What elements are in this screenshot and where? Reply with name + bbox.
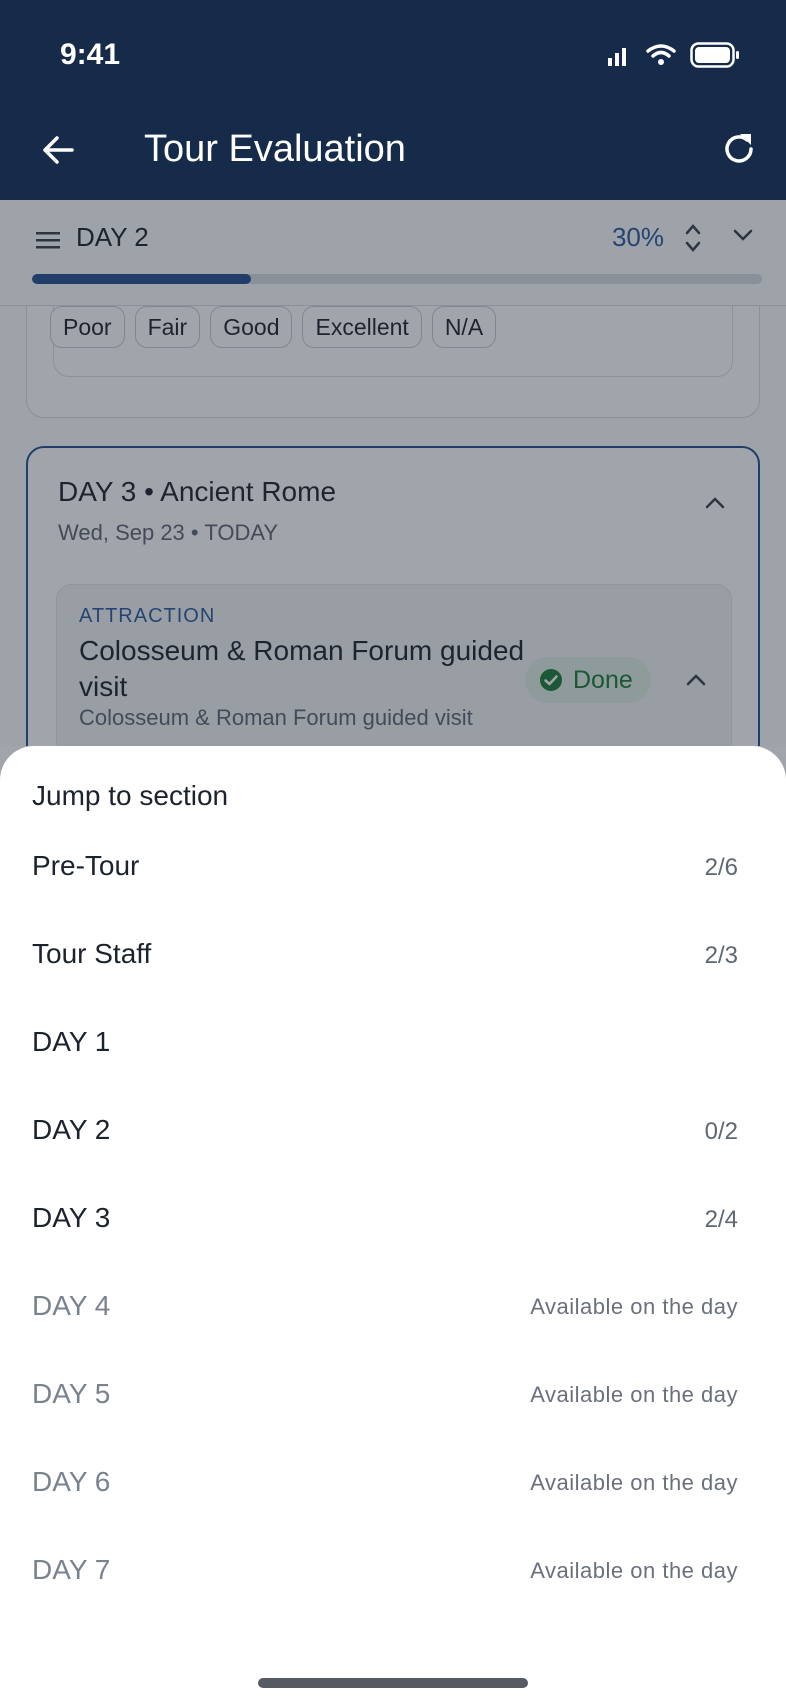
section-item[interactable]: DAY 6 Available on the day (0, 1444, 786, 1524)
section-availability: Available on the day (530, 1382, 738, 1407)
section-name: Pre-Tour (32, 850, 140, 881)
section-progress-count: 2/6 (704, 854, 738, 881)
section-name: DAY 6 (32, 1466, 111, 1497)
section-item[interactable]: DAY 1 (0, 1004, 786, 1084)
section-progress-count: 2/4 (704, 1206, 738, 1233)
status-time: 9:41 (60, 38, 121, 71)
signal-icon (608, 48, 626, 66)
sheet-title: Jump to section (32, 780, 229, 811)
status-bar: 9:41 (0, 0, 786, 110)
battery-icon (690, 42, 739, 68)
section-availability: Available on the day (530, 1294, 738, 1319)
section-item[interactable]: Pre-Tour 2/6 (0, 828, 786, 908)
section-item[interactable]: DAY 7 Available on the day (0, 1532, 786, 1612)
refresh-icon (725, 134, 753, 163)
home-indicator (258, 1678, 528, 1688)
back-button[interactable] (36, 128, 80, 172)
section-availability: Available on the day (530, 1558, 738, 1583)
wifi-icon (646, 44, 676, 65)
section-item[interactable]: Tour Staff 2/3 (0, 916, 786, 996)
section-name: DAY 3 (32, 1202, 111, 1233)
refresh-button[interactable] (716, 126, 762, 172)
app-bar: Tour Evaluation (0, 110, 786, 200)
section-name: DAY 4 (32, 1290, 111, 1321)
section-name: Tour Staff (32, 938, 152, 969)
section-name: DAY 2 (32, 1114, 111, 1145)
section-item[interactable]: DAY 4 Available on the day (0, 1268, 786, 1348)
status-icons (606, 42, 740, 68)
arrow-left-icon (43, 136, 74, 164)
section-name: DAY 7 (32, 1554, 111, 1585)
page-title: Tour Evaluation (144, 128, 406, 170)
section-availability: Available on the day (530, 1470, 738, 1495)
section-item[interactable]: DAY 5 Available on the day (0, 1356, 786, 1436)
section-name: DAY 1 (32, 1026, 111, 1057)
section-progress-count: 2/3 (704, 942, 738, 969)
section-item[interactable]: DAY 2 0/2 (0, 1092, 786, 1172)
section-progress-count: 0/2 (704, 1118, 738, 1145)
section-name: DAY 5 (32, 1378, 111, 1409)
section-item[interactable]: DAY 3 2/4 (0, 1180, 786, 1260)
jump-to-section-sheet: Jump to section Pre-Tour 2/6 Tour Staff 2/3… (0, 746, 786, 1704)
